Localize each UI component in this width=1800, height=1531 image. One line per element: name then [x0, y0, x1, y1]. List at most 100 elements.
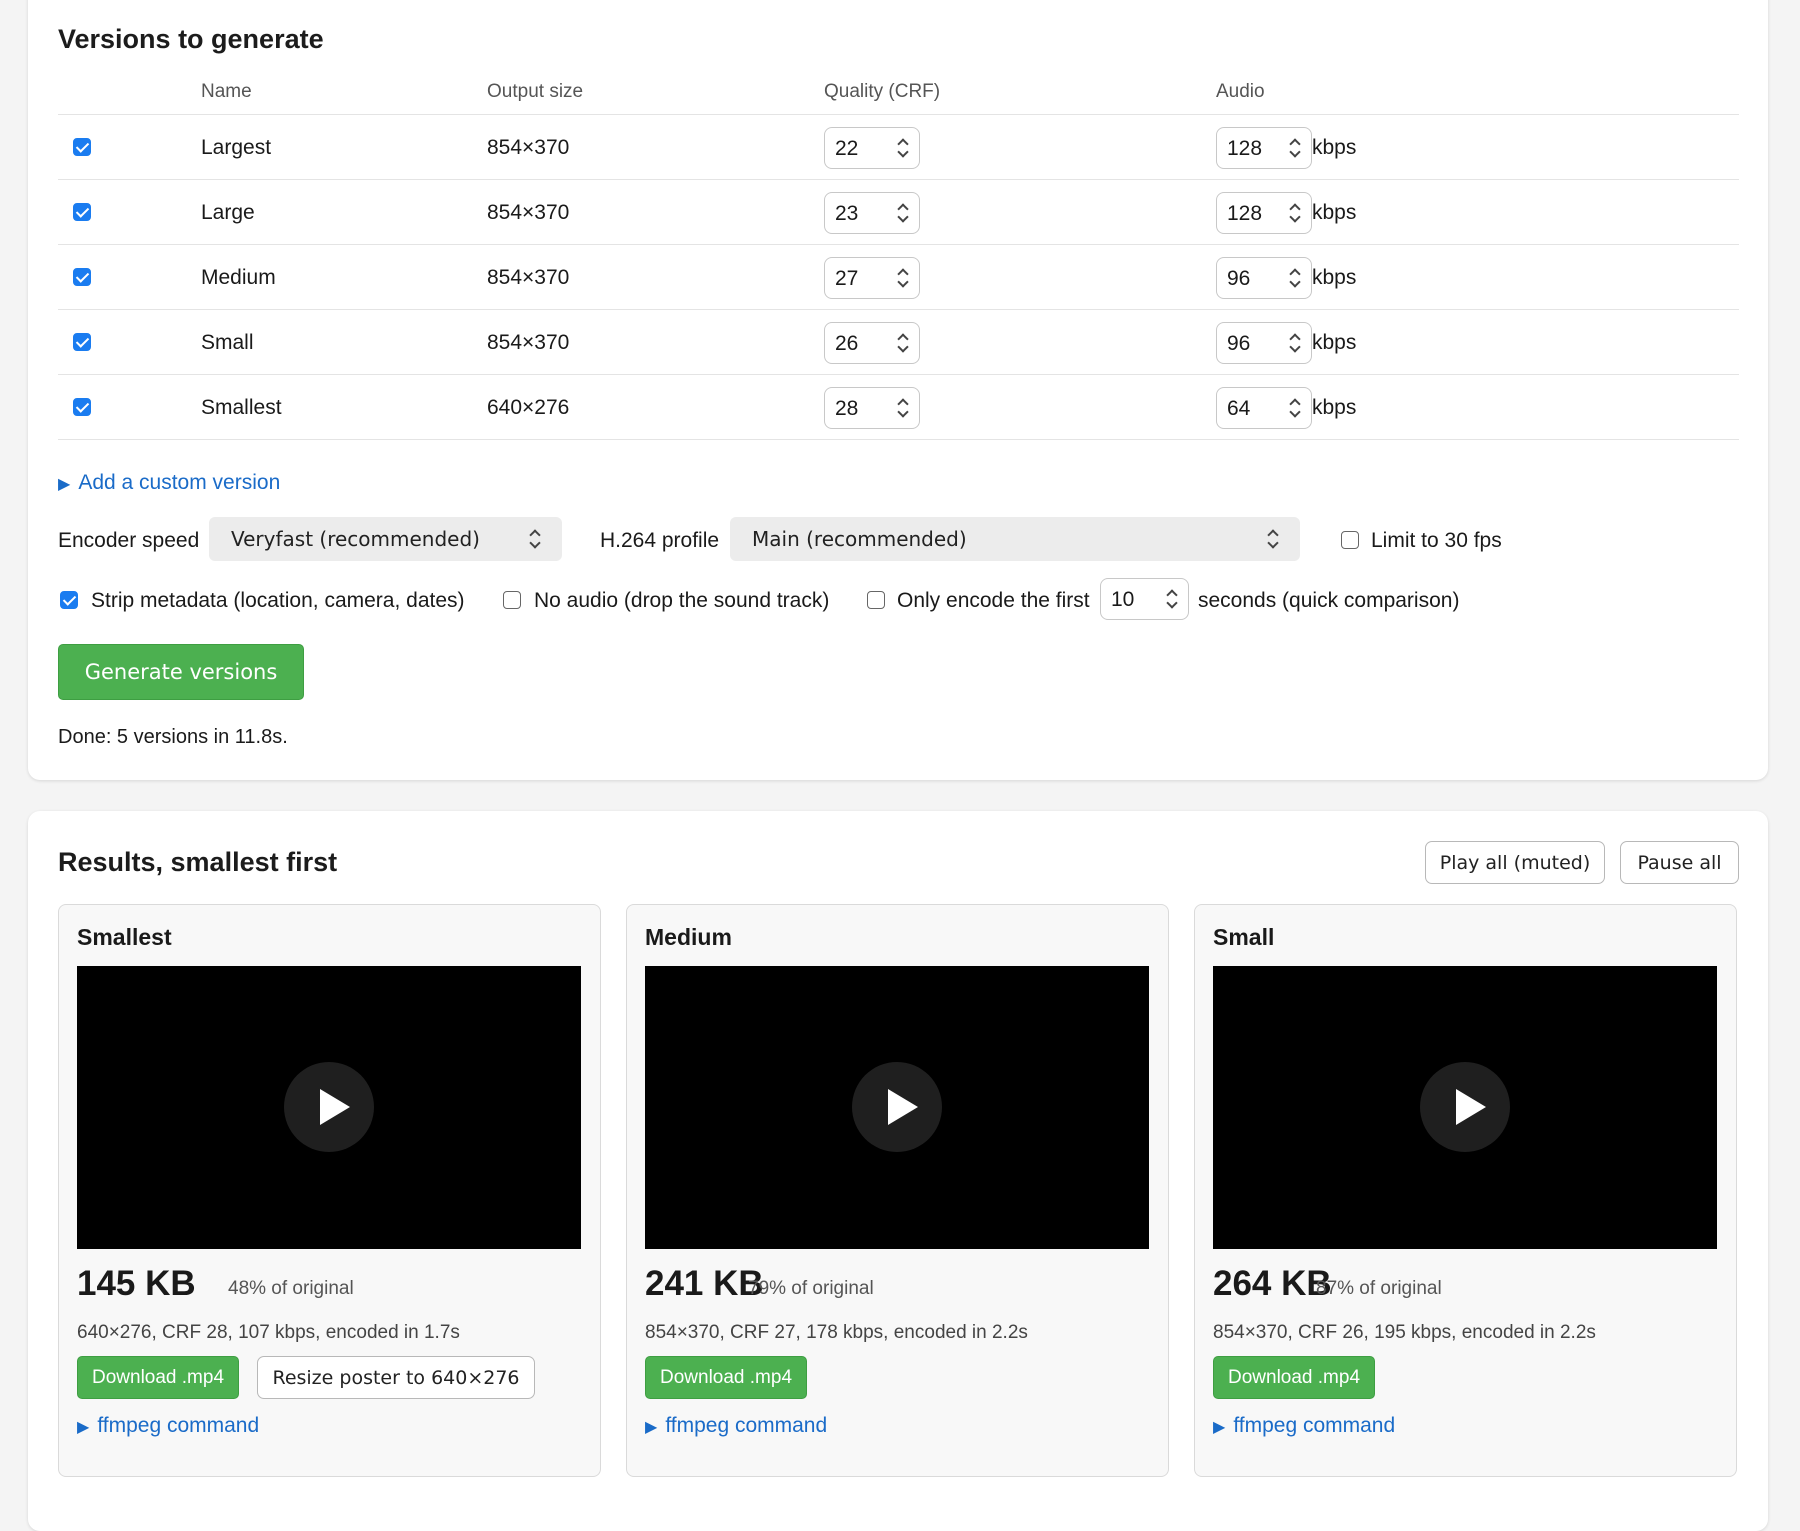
encoder-speed-select[interactable]: Veryfast (recommended)	[209, 517, 562, 561]
row-size: 854×370	[487, 266, 570, 289]
row-size: 854×370	[487, 331, 570, 354]
crf-input[interactable]: 23	[824, 192, 920, 234]
audio-input[interactable]: 96	[1216, 322, 1312, 364]
stepper-icon[interactable]	[1288, 332, 1302, 354]
crf-value: 23	[835, 202, 859, 225]
audio-input[interactable]: 128	[1216, 127, 1312, 169]
strip-metadata-label: Strip metadata (location, camera, dates)	[91, 589, 465, 612]
h264-profile-select[interactable]: Main (recommended)	[730, 517, 1300, 561]
result-card: Medium 241 KB 79% of original 854×370, C…	[626, 904, 1169, 1477]
video-player[interactable]	[77, 966, 581, 1249]
row-checkbox[interactable]	[73, 203, 91, 227]
limit-fps-label: Limit to 30 fps	[1371, 529, 1502, 552]
row-name: Smallest	[201, 396, 282, 419]
card-title: Smallest	[77, 924, 172, 950]
disclosure-triangle-icon: ▶	[1213, 1419, 1226, 1436]
audio-input[interactable]: 128	[1216, 192, 1312, 234]
video-player[interactable]	[1213, 966, 1717, 1249]
card-title: Small	[1213, 924, 1275, 950]
stepper-icon[interactable]	[896, 397, 910, 419]
stepper-icon[interactable]	[896, 267, 910, 289]
select-chevron-icon	[528, 528, 542, 550]
h264-profile-value: Main (recommended)	[752, 527, 967, 551]
checkbox-icon	[503, 591, 521, 609]
stepper-icon[interactable]	[896, 332, 910, 354]
audio-input[interactable]: 64	[1216, 387, 1312, 429]
header-crf: Quality (CRF)	[824, 81, 941, 102]
stepper-icon[interactable]	[896, 137, 910, 159]
crf-value: 28	[835, 397, 859, 420]
play-icon[interactable]	[852, 1062, 942, 1152]
play-all-button[interactable]: Play all (muted)	[1425, 841, 1605, 884]
stepper-icon[interactable]	[1288, 137, 1302, 159]
encode-first-label: Only encode the first	[897, 589, 1090, 612]
row-checkbox[interactable]	[73, 268, 91, 292]
audio-unit: kbps	[1312, 396, 1357, 419]
row-checkbox[interactable]	[73, 138, 91, 162]
stepper-icon[interactable]	[1288, 202, 1302, 224]
checkbox-icon	[1341, 531, 1359, 549]
checkbox-icon	[73, 203, 91, 221]
limit-fps-checkbox[interactable]	[1341, 531, 1359, 554]
stepper-icon[interactable]	[1288, 397, 1302, 419]
download-button[interactable]: Download .mp4	[1213, 1356, 1376, 1399]
checkbox-icon	[73, 333, 91, 351]
row-name: Small	[201, 331, 254, 354]
header-audio: Audio	[1216, 81, 1265, 102]
size-percent: 48% of original	[228, 1278, 354, 1299]
row-name: Large	[201, 201, 255, 224]
strip-metadata-checkbox[interactable]	[60, 591, 78, 614]
row-checkbox[interactable]	[73, 398, 91, 422]
checkbox-icon	[73, 268, 91, 286]
encode-seconds-input[interactable]: 10	[1100, 578, 1189, 620]
stepper-icon[interactable]	[896, 202, 910, 224]
result-card: Smallest 145 KB 48% of original 640×276,…	[58, 904, 601, 1477]
ffmpeg-command-label: ffmpeg command	[1233, 1414, 1396, 1437]
ffmpeg-command-toggle[interactable]: ▶ ffmpeg command	[77, 1414, 259, 1438]
play-icon[interactable]	[284, 1062, 374, 1152]
table-row: Smallest 640×276 28 64 kbps	[58, 375, 1739, 440]
crf-input[interactable]: 28	[824, 387, 920, 429]
audio-unit: kbps	[1312, 266, 1357, 289]
audio-unit: kbps	[1312, 136, 1357, 159]
ffmpeg-command-toggle[interactable]: ▶ ffmpeg command	[1213, 1414, 1395, 1438]
row-size: 640×276	[487, 396, 570, 419]
resize-poster-button[interactable]: Resize poster to 640×276	[257, 1356, 535, 1399]
results-panel: Results, smallest first Play all (muted)…	[28, 811, 1768, 1531]
status-text: Done: 5 versions in 11.8s.	[58, 726, 288, 748]
pause-all-button[interactable]: Pause all	[1620, 841, 1739, 884]
encode-meta: 854×370, CRF 27, 178 kbps, encoded in 2.…	[645, 1322, 1028, 1343]
add-custom-version-label: Add a custom version	[78, 471, 281, 494]
versions-table: Name Output size Quality (CRF) Audio Lar…	[58, 62, 1739, 440]
audio-value: 96	[1227, 267, 1251, 290]
stepper-icon[interactable]	[1288, 267, 1302, 289]
row-checkbox[interactable]	[73, 333, 91, 357]
crf-value: 22	[835, 137, 859, 160]
result-card: Small 264 KB 87% of original 854×370, CR…	[1194, 904, 1737, 1477]
ffmpeg-command-toggle[interactable]: ▶ ffmpeg command	[645, 1414, 827, 1438]
play-icon[interactable]	[1420, 1062, 1510, 1152]
video-player[interactable]	[645, 966, 1149, 1249]
generate-versions-button[interactable]: Generate versions	[58, 644, 304, 700]
disclosure-triangle-icon: ▶	[645, 1419, 658, 1436]
header-size: Output size	[487, 81, 584, 102]
crf-value: 27	[835, 267, 859, 290]
audio-input[interactable]: 96	[1216, 257, 1312, 299]
table-row: Large 854×370 23 128 kbps	[58, 180, 1739, 245]
crf-input[interactable]: 22	[824, 127, 920, 169]
stepper-icon[interactable]	[1165, 588, 1179, 610]
size-percent: 79% of original	[748, 1278, 874, 1299]
encode-meta: 640×276, CRF 28, 107 kbps, encoded in 1.…	[77, 1322, 460, 1343]
crf-value: 26	[835, 332, 859, 355]
encode-first-checkbox[interactable]	[867, 591, 885, 614]
download-button[interactable]: Download .mp4	[77, 1356, 240, 1399]
file-size: 241 KB	[645, 1264, 764, 1303]
crf-input[interactable]: 26	[824, 322, 920, 364]
download-button[interactable]: Download .mp4	[645, 1356, 808, 1399]
select-chevron-icon	[1266, 528, 1280, 550]
no-audio-checkbox[interactable]	[503, 591, 521, 614]
add-custom-version-toggle[interactable]: ▶ Add a custom version	[58, 471, 280, 495]
h264-profile-label: H.264 profile	[600, 529, 720, 552]
crf-input[interactable]: 27	[824, 257, 920, 299]
row-name: Largest	[201, 136, 272, 159]
